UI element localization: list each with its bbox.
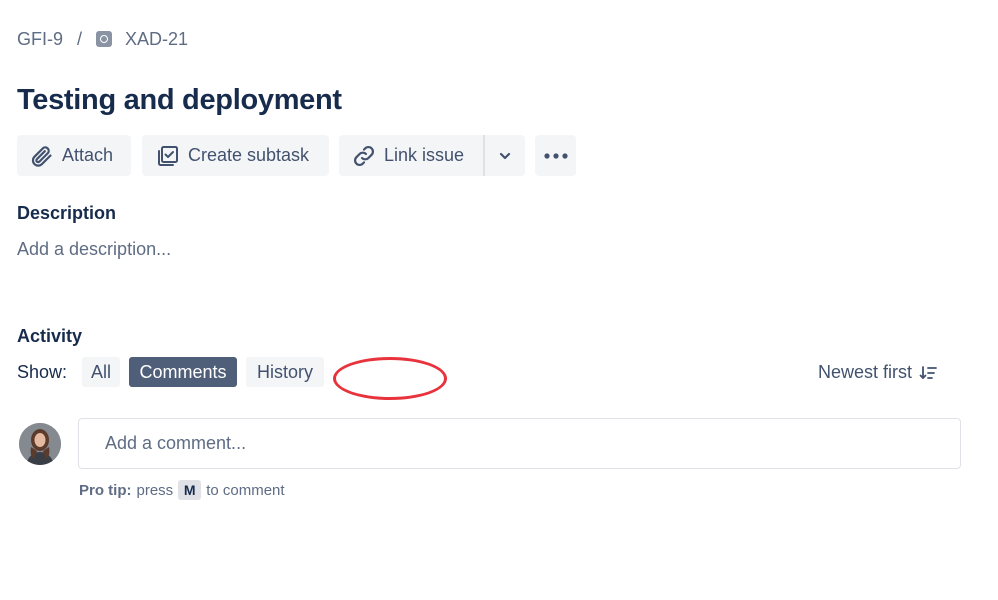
sort-order-button[interactable]: Newest first <box>814 359 941 386</box>
breadcrumb-parent-link[interactable]: GFI-9 <box>17 29 63 50</box>
breadcrumb-separator: / <box>77 28 83 49</box>
filter-comments-button[interactable]: Comments <box>129 357 237 387</box>
attach-button[interactable]: Attach <box>17 135 131 176</box>
show-label: Show: <box>17 362 68 382</box>
more-actions-button[interactable] <box>535 135 576 176</box>
sort-order-label: Newest first <box>818 362 913 382</box>
user-avatar-image <box>19 423 61 465</box>
subtask-checkbox-icon <box>158 145 178 166</box>
link-issue-dropdown-button[interactable] <box>485 135 525 176</box>
pro-tip-label: Pro tip: <box>79 481 132 499</box>
comment-placeholder: Add a comment... <box>105 433 247 453</box>
link-issue-label: Link issue <box>384 145 465 165</box>
pro-tip: Pro tip: press M to comment <box>79 480 285 500</box>
paperclip-icon <box>31 145 52 167</box>
issue-title[interactable]: Testing and deployment <box>17 84 342 117</box>
link-icon <box>353 145 375 166</box>
filter-history-button[interactable]: History <box>246 357 324 387</box>
link-issue-button[interactable]: Link issue <box>339 135 483 176</box>
avatar[interactable] <box>19 423 61 465</box>
sort-descending-icon <box>919 365 937 379</box>
more-dots-icon <box>543 152 568 159</box>
activity-heading: Activity <box>17 326 83 346</box>
pro-tip-suffix: to comment <box>206 481 285 499</box>
issue-type-icon[interactable] <box>96 31 113 47</box>
add-comment-input[interactable]: Add a comment... <box>78 418 961 469</box>
breadcrumb: GFI-9 / XAD-21 <box>17 28 188 50</box>
create-subtask-label: Create subtask <box>188 145 310 165</box>
annotation-ellipse <box>333 357 447 400</box>
chevron-down-icon <box>499 152 511 159</box>
description-field[interactable]: Add a description... <box>17 239 171 260</box>
create-subtask-button[interactable]: Create subtask <box>142 135 329 176</box>
breadcrumb-current-link[interactable]: XAD-21 <box>125 29 188 50</box>
pro-tip-press: press <box>136 481 174 499</box>
attach-label: Attach <box>62 145 114 165</box>
filter-all-button[interactable]: All <box>82 357 120 387</box>
shortcut-key-badge: M <box>178 480 202 500</box>
description-heading: Description <box>17 203 117 223</box>
